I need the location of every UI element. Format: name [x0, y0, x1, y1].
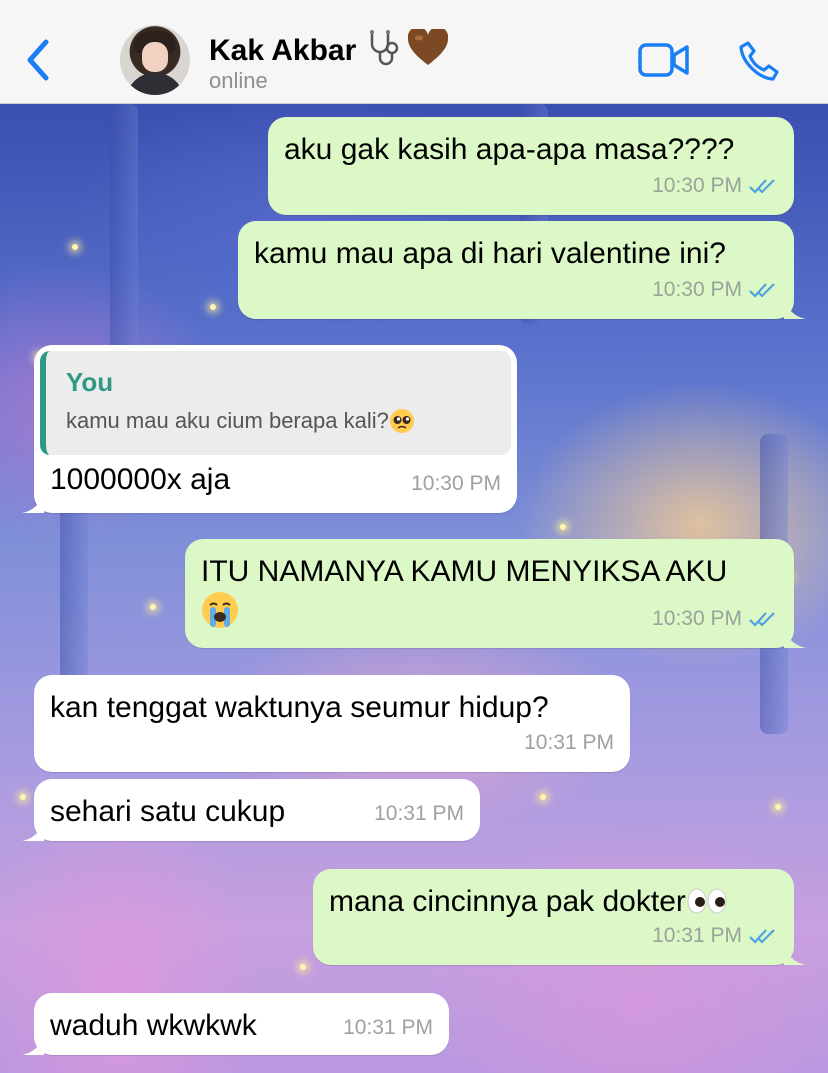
- message-time: 10:31 PM: [524, 731, 614, 754]
- eyes-icon: [687, 888, 727, 914]
- message-time: 10:31 PM: [374, 802, 464, 825]
- double-check-read-icon: [749, 612, 775, 627]
- message-text: sehari satu cukup: [50, 795, 286, 828]
- bubble-tail: [784, 628, 806, 648]
- message-time: 10:30 PM: [411, 472, 501, 495]
- message-meta: 10:31 PM: [652, 917, 778, 955]
- pleading-face-icon: [389, 409, 414, 433]
- quote-text-row: kamu mau aku cium berapa kali?: [66, 407, 495, 435]
- message-text: mana cincinnya pak dokter: [329, 885, 686, 918]
- message-meta: 10:31 PM: [524, 724, 614, 762]
- voice-call-button[interactable]: [738, 40, 780, 82]
- bubble-tail: [22, 1035, 44, 1055]
- message-meta: 10:31 PM: [343, 1009, 433, 1047]
- bubble-tail: [784, 945, 806, 965]
- video-call-button[interactable]: [638, 42, 690, 78]
- message-bubble-outgoing[interactable]: ITU NAMANYA KAMU MENYIKSA AKU 10:30 PM: [185, 539, 806, 648]
- loudly-crying-face-icon: [202, 592, 238, 628]
- quoted-message[interactable]: You kamu mau aku cium berapa kali?: [40, 351, 511, 455]
- message-time: 10:30 PM: [652, 607, 742, 630]
- message-bubble-outgoing[interactable]: aku gak kasih apa-apa masa???? 10:30 PM: [268, 117, 794, 215]
- avatar[interactable]: [120, 25, 190, 95]
- message-text: aku gak kasih apa-apa masa????: [284, 133, 735, 166]
- video-camera-icon: [638, 43, 689, 77]
- message-bubble-incoming[interactable]: waduh wkwkwk 10:31 PM: [22, 993, 449, 1055]
- double-check-read-icon: [749, 179, 775, 194]
- message-time: 10:31 PM: [343, 1016, 433, 1039]
- message-text: waduh wkwkwk: [50, 1009, 257, 1042]
- double-check-read-icon: [749, 929, 775, 944]
- back-button[interactable]: [22, 36, 58, 84]
- bubble-tail: [784, 299, 806, 319]
- message-bubble-incoming[interactable]: kan tenggat waktunya seumur hidup? 10:31…: [34, 675, 630, 772]
- chat-header: Kak Akbar online: [0, 0, 828, 104]
- message-bubble-incoming[interactable]: You kamu mau aku cium berapa kali? 10000…: [22, 345, 517, 513]
- stethoscope-icon: [364, 28, 404, 76]
- message-meta: 10:31 PM: [374, 795, 464, 833]
- quote-author: You: [66, 367, 114, 397]
- message-time: 10:31 PM: [652, 924, 742, 947]
- phone-icon: [739, 41, 779, 81]
- message-bubble-outgoing[interactable]: kamu mau apa di hari valentine ini? 10:3…: [238, 221, 806, 319]
- contact-status: online: [209, 68, 268, 93]
- contact-name: Kak Akbar: [209, 33, 357, 67]
- message-bubble-outgoing[interactable]: mana cincinnya pak dokter 10:31 PM: [313, 869, 806, 965]
- message-meta: 10:30 PM: [652, 271, 778, 309]
- quote-text: kamu mau aku cium berapa kali?: [66, 408, 389, 433]
- message-text: ITU NAMANYA KAMU MENYIKSA AKU: [201, 555, 728, 588]
- message-meta: 10:30 PM: [411, 465, 501, 503]
- message-text: 1000000x aja: [50, 463, 231, 496]
- message-meta: 10:30 PM: [652, 600, 778, 638]
- message-bubble-incoming[interactable]: sehari satu cukup 10:31 PM: [22, 779, 480, 841]
- brown-heart-icon: [408, 26, 449, 75]
- message-time: 10:30 PM: [652, 174, 742, 197]
- message-meta: 10:30 PM: [652, 167, 778, 205]
- chevron-left-icon: [27, 39, 49, 81]
- bubble-tail: [22, 493, 44, 513]
- message-text: kan tenggat waktunya seumur hidup?: [50, 691, 549, 724]
- message-text: kamu mau apa di hari valentine ini?: [254, 237, 726, 270]
- bubble-tail: [22, 821, 44, 841]
- message-time: 10:30 PM: [652, 278, 742, 301]
- double-check-read-icon: [749, 283, 775, 298]
